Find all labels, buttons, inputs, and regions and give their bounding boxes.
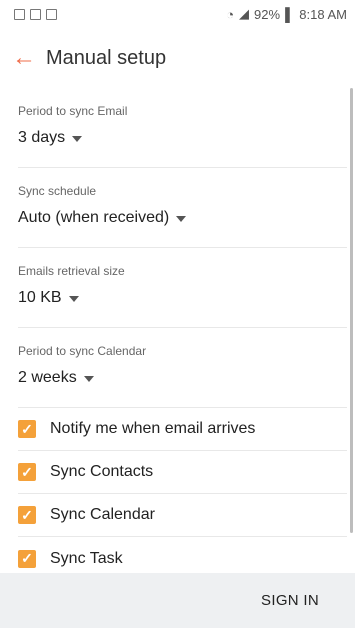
setting-email-retrieval-size[interactable]: Emails retrieval size 10 KB [18, 248, 347, 328]
clock: 8:18 AM [299, 6, 347, 22]
setting-label: Emails retrieval size [18, 264, 125, 278]
checkbox-label: Sync Contacts [50, 463, 154, 480]
checkbox-label: Sync Calendar [50, 506, 155, 523]
checkbox-label: Notify me when email arrives [50, 420, 256, 437]
caret-down-icon [83, 376, 94, 382]
status-bar: ◔ ◢ 92% ▌ 8:18 AM [0, 0, 355, 28]
wifi-icon: ◔ [226, 6, 235, 22]
sync-schedule-dropdown[interactable]: Auto (when received) [18, 209, 347, 227]
sync-task-checkbox[interactable]: ✓ [18, 549, 36, 568]
battery-icon: ▌ [285, 6, 295, 22]
period-sync-calendar-dropdown[interactable]: 2 weeks [18, 369, 347, 387]
setting-value: 2 weeks [18, 369, 77, 386]
checkbox-group: ✓ Notify me when email arrives ✓ Sync Co… [0, 408, 355, 580]
setting-label: Sync schedule [18, 184, 97, 198]
setting-value: 10 KB [18, 289, 62, 306]
sync-calendar-checkbox[interactable]: ✓ [18, 506, 36, 524]
setting-value: 3 days [18, 129, 66, 146]
app-bar: ← Manual setup [0, 28, 355, 88]
caret-down-icon [68, 296, 79, 302]
notify-email-checkbox-row[interactable]: ✓ Notify me when email arrives [18, 408, 347, 451]
setting-value: Auto (when received) [18, 209, 170, 226]
sync-contacts-checkbox-row[interactable]: ✓ Sync Contacts [18, 451, 347, 494]
period-sync-email-dropdown[interactable]: 3 days [18, 129, 347, 147]
status-system-icons: ◔ ◢ 92% ▌ 8:18 AM [226, 6, 347, 22]
back-arrow-icon[interactable]: ← [12, 46, 46, 70]
caret-down-icon [176, 216, 187, 222]
setting-sync-schedule[interactable]: Sync schedule Auto (when received) [18, 168, 347, 248]
checkbox-label: Sync Task [50, 549, 123, 567]
scrollbar[interactable] [350, 88, 353, 533]
sync-calendar-checkbox-row[interactable]: ✓ Sync Calendar [18, 494, 347, 537]
setting-period-sync-calendar[interactable]: Period to sync Calendar 2 weeks [18, 328, 347, 408]
page-title: Manual setup [46, 46, 167, 69]
setting-label: Period to sync Email [18, 104, 128, 118]
battery-percent: 92% [254, 6, 281, 22]
caret-down-icon [72, 136, 83, 142]
sign-in-button[interactable]: SIGN IN [261, 592, 319, 609]
settings-list[interactable]: Period to sync Email 3 days Sync schedul… [0, 88, 355, 573]
notify-email-checkbox[interactable]: ✓ [18, 420, 36, 438]
voicemail-icon [46, 8, 57, 20]
status-notification-icons [14, 8, 57, 20]
setting-period-sync-email[interactable]: Period to sync Email 3 days [18, 88, 347, 168]
image-icon [14, 8, 25, 20]
download-icon [30, 8, 41, 20]
sync-contacts-checkbox[interactable]: ✓ [18, 463, 36, 481]
setting-label: Period to sync Calendar [18, 344, 147, 358]
email-retrieval-size-dropdown[interactable]: 10 KB [18, 289, 347, 307]
bottom-action-bar: SIGN IN [0, 573, 355, 628]
signal-icon: ◢ [239, 6, 250, 21]
